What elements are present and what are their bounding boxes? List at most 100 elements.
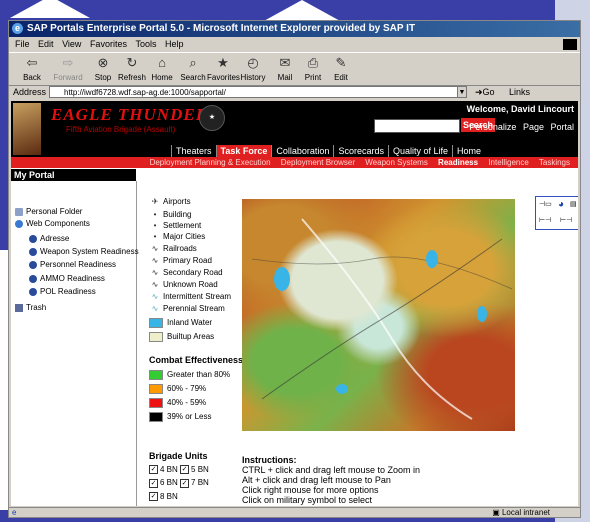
terrain-map[interactable] <box>242 199 515 431</box>
instruction-line: Alt + click and drag left mouse to Pan <box>242 475 391 485</box>
favorites-icon: ★ <box>217 55 229 70</box>
legend-primary-road: ∿ Primary Road <box>149 256 212 265</box>
subnav-deployment-planning[interactable]: Deployment Planning & Execution <box>150 158 271 167</box>
refresh-icon: ↻ <box>126 55 138 70</box>
tab-quality-of-life[interactable]: Quality of Life <box>387 145 452 157</box>
tree-item-personnel-readiness[interactable]: Personnel Readiness <box>29 260 116 269</box>
checkbox-4bn[interactable]: ✓ 4 BN <box>149 465 178 475</box>
address-label: Address <box>13 87 47 97</box>
checkbox-icon: ✓ <box>149 465 158 475</box>
subnav-readiness[interactable]: Readiness <box>438 158 478 167</box>
home-icon: ⌂ <box>158 55 166 70</box>
stop-button[interactable]: ⊗ Stop <box>89 55 117 82</box>
edit-button[interactable]: ✎ Edit <box>329 55 353 82</box>
tree-item-adresse[interactable]: Adresse <box>29 234 69 243</box>
subnav-deployment-browser[interactable]: Deployment Browser <box>281 158 355 167</box>
tab-task-force[interactable]: Task Force <box>215 145 272 157</box>
map-page-icon: ▤ <box>570 201 577 208</box>
primary-road-line-icon: ∿ <box>151 256 159 265</box>
address-input[interactable]: http://iwdf6728.wdf.sap-ag.de:1000/sappo… <box>49 86 459 98</box>
back-button[interactable]: ⇦ Back <box>15 55 49 82</box>
zoom-bar-icon: ⊣▭ <box>539 201 552 208</box>
personalize-portal-link[interactable]: Portal <box>550 122 574 132</box>
search-icon: ⌕ <box>189 55 197 70</box>
tree-item-ammo-readiness[interactable]: AMMO Readiness <box>29 274 105 283</box>
legend-secondary-road: ∿ Secondary Road <box>149 268 223 277</box>
stream-line-icon: ∿ <box>151 304 159 313</box>
address-dropdown-icon[interactable]: ▼ <box>457 86 467 98</box>
checkbox-8bn[interactable]: ✓ 8 BN <box>149 492 178 502</box>
brigade-units: Brigade Units ✓ 4 BN ✓ 5 BN ✓ 6 BN ✓ 7 BN ✓ 8… <box>149 451 209 502</box>
subnav-intelligence[interactable]: Intelligence <box>488 158 528 167</box>
links-button[interactable]: Links <box>509 85 530 100</box>
checkbox-7bn[interactable]: ✓ 7 BN <box>180 478 209 488</box>
portal-search-input[interactable] <box>374 119 460 133</box>
subnav-taskings[interactable]: Taskings <box>539 158 570 167</box>
browser-window: e SAP Portals Enterprise Portal 5.0 - Mi… <box>8 20 581 518</box>
favorites-button[interactable]: ★ Favorites <box>207 55 240 82</box>
combat-swatch <box>149 384 163 394</box>
checkbox-icon: ✓ <box>180 465 190 475</box>
refresh-button[interactable]: ↻ Refresh <box>117 55 147 82</box>
tab-theaters[interactable]: Theaters <box>171 145 216 157</box>
print-button[interactable]: ⎙ Print <box>301 55 325 82</box>
combat-level-lt39: 39% or Less <box>149 412 211 422</box>
page-icon <box>29 274 37 283</box>
mail-button[interactable]: ✉ Mail <box>273 55 297 82</box>
personalize-page-link[interactable]: Page <box>523 122 544 132</box>
tab-home[interactable]: Home <box>452 145 485 157</box>
menu-edit[interactable]: Edit <box>38 39 54 49</box>
history-button[interactable]: ◴ History <box>239 55 267 82</box>
page-icon <box>29 287 37 296</box>
tree-item-personal-folder[interactable]: Personal Folder <box>15 207 82 216</box>
window-title: SAP Portals Enterprise Portal 5.0 - Micr… <box>27 23 416 34</box>
subnav-weapon-systems[interactable]: Weapon Systems <box>365 158 428 167</box>
legend-railroads: ∿ Railroads <box>149 244 197 253</box>
personalize-links: Personalize Page Portal <box>465 122 574 132</box>
forward-button[interactable]: ⇨ Forward <box>51 55 85 82</box>
home-button[interactable]: ⌂ Home <box>148 55 176 82</box>
legend-settlement: • Settlement <box>149 221 202 230</box>
menu-favorites[interactable]: Favorites <box>90 39 127 49</box>
tree-item-weapon-system-readiness[interactable]: Weapon System Readiness <box>29 247 139 256</box>
page-icon <box>29 260 37 269</box>
unit-emblem-icon: ★ <box>199 105 225 131</box>
window-titlebar[interactable]: e SAP Portals Enterprise Portal 5.0 - Mi… <box>9 21 580 37</box>
checkbox-icon: ✓ <box>149 478 158 488</box>
instruction-line: Click on military symbol to select <box>242 495 373 505</box>
portal-page: EAGLE THUNDER Fifth Aviation Brigade (As… <box>11 101 578 506</box>
combat-level-gt80: Greater than 80% <box>149 370 230 380</box>
menu-file[interactable]: File <box>15 39 30 49</box>
combat-swatch <box>149 398 163 408</box>
combat-level-40-59: 40% - 59% <box>149 398 206 408</box>
checkbox-5bn[interactable]: ✓ 5 BN <box>180 465 209 475</box>
checkbox-icon: ✓ <box>180 478 190 488</box>
menu-tools[interactable]: Tools <box>135 39 156 49</box>
tree-item-web-components[interactable]: Web Components <box>15 219 90 228</box>
legend-unknown-road: ∿ Unknown Road <box>149 280 218 289</box>
backdrop-shape <box>262 0 342 22</box>
menu-help[interactable]: Help <box>165 39 184 49</box>
tab-collaboration[interactable]: Collaboration <box>271 145 333 157</box>
personalize-label: Personalize <box>469 122 517 132</box>
browser-toolbar: ⇦ Back ⇨ Forward ⊗ Stop ↻ Refresh ⌂ Home ⌕ Sea… <box>9 52 580 86</box>
combat-effectiveness-title: Combat Effectiveness <box>149 355 244 365</box>
print-icon: ⎙ <box>307 55 319 70</box>
legend-perennial-stream: ∿ Perennial Stream <box>149 304 225 313</box>
folder-icon <box>15 207 23 216</box>
portal-logo-title: EAGLE THUNDER <box>51 105 209 124</box>
tree-item-pol-readiness[interactable]: POL Readiness <box>29 287 96 296</box>
legend-builtup-areas: Builtup Areas <box>149 332 214 342</box>
page-icon <box>29 247 37 256</box>
address-bar: Address http://iwdf6728.wdf.sap-ag.de:10… <box>9 85 580 100</box>
checkbox-6bn[interactable]: ✓ 6 BN <box>149 478 178 488</box>
menu-view[interactable]: View <box>62 39 81 49</box>
map-toolbox[interactable]: ⊣▭ ◕ ▤ ⊢⊣ ⊢⊣ <box>535 196 578 230</box>
search-toolbar-button[interactable]: ⌕ Search <box>179 55 207 82</box>
tab-scorecards[interactable]: Scorecards <box>333 145 388 157</box>
tree-item-trash[interactable]: Trash <box>15 303 46 312</box>
instructions-title: Instructions: <box>242 455 297 465</box>
globe-icon <box>15 219 23 228</box>
go-button[interactable]: ➜Go <box>475 85 495 100</box>
back-arrow-icon: ⇦ <box>26 55 38 70</box>
